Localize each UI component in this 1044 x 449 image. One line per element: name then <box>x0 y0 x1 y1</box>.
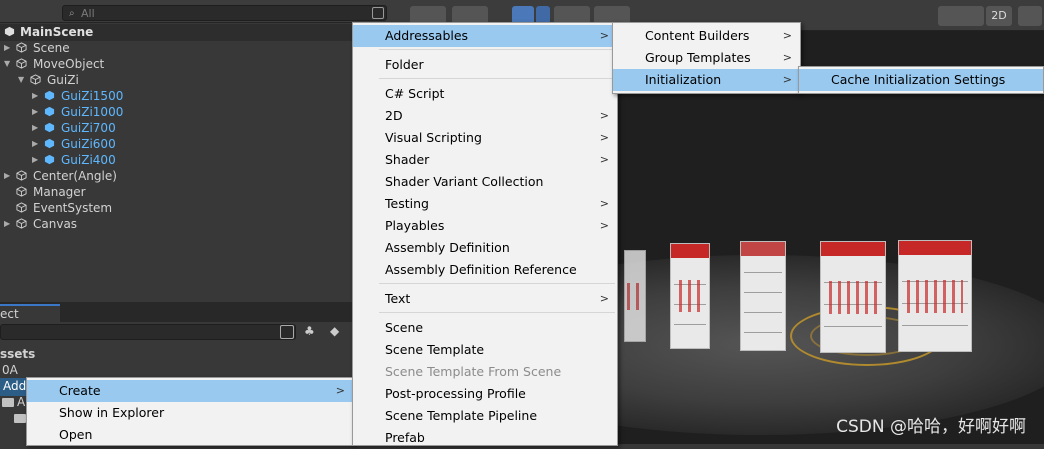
menu-item-testing[interactable]: Testing > <box>353 193 617 215</box>
search-options-icon[interactable] <box>372 7 384 19</box>
submenu-arrow-icon: > <box>599 153 609 166</box>
folder-icon <box>2 398 14 407</box>
prefab-icon <box>44 90 55 101</box>
menu-item-scene-template-from-scene: Scene Template From Scene <box>385 364 562 379</box>
gameobject-icon <box>16 186 27 197</box>
menu-separator <box>379 283 615 284</box>
menu-item-visual-scripting[interactable]: Visual Scripting > <box>353 127 617 149</box>
menu-item-scene-template[interactable]: Scene Template <box>353 339 617 361</box>
submenu-arrow-icon: > <box>599 131 609 144</box>
create-submenu: Addressables > Folder C# Script 2D > Vis… <box>352 22 618 446</box>
cabinet-model[interactable] <box>820 241 886 353</box>
submenu-arrow-icon: > <box>782 73 792 86</box>
initialization-submenu: Cache Initialization Settings <box>798 66 1044 94</box>
asset-item[interactable]: 0A <box>2 363 18 377</box>
folder-icon <box>14 414 26 423</box>
expand-arrow-icon[interactable]: ▶ <box>32 136 38 152</box>
audio-toggle[interactable] <box>1018 6 1042 26</box>
prefab-icon <box>44 122 55 133</box>
gameobject-icon <box>30 74 41 85</box>
cabinet-model[interactable] <box>898 240 972 352</box>
expand-arrow-icon[interactable]: ▶ <box>32 120 38 136</box>
collapse-arrow-icon[interactable]: ▼ <box>18 72 24 88</box>
expand-arrow-icon[interactable]: ▶ <box>32 104 38 120</box>
gameobject-icon <box>16 42 27 53</box>
asset-item[interactable]: A <box>17 395 25 409</box>
expand-arrow-icon[interactable]: ▶ <box>32 152 38 168</box>
search-icon: ⌕ <box>69 8 75 19</box>
gameobject-icon <box>16 218 27 229</box>
asset-item[interactable]: Add <box>3 379 26 393</box>
menu-item-prefab[interactable]: Prefab <box>353 427 617 449</box>
addressables-submenu: Content Builders > Group Templates > Ini… <box>612 22 801 94</box>
hierarchy-panel: ⌕ All MainScene ▶ Scene ▼ MoveObject ▼ G… <box>0 0 392 300</box>
menu-item-content-builders[interactable]: Content Builders > <box>613 25 800 47</box>
menu-item-open[interactable]: Open <box>27 424 353 446</box>
menu-item-cache-initialization-settings[interactable]: Cache Initialization Settings <box>799 69 1043 91</box>
menu-item-create[interactable]: Create > <box>27 380 353 402</box>
menu-item-text[interactable]: Text > <box>353 288 617 310</box>
menu-item-shader-variant-collection[interactable]: Shader Variant Collection <box>353 171 617 193</box>
menu-item-post-processing-profile[interactable]: Post-processing Profile <box>353 383 617 405</box>
toggle-2d-button[interactable]: 2D <box>986 6 1012 26</box>
submenu-arrow-icon: > <box>599 197 609 210</box>
collapse-arrow-icon[interactable]: ▼ <box>4 56 10 72</box>
menu-item-addressables[interactable]: Addressables > <box>353 25 617 47</box>
menu-item-assembly-definition[interactable]: Assembly Definition <box>353 237 617 259</box>
label-icon[interactable]: ◆ <box>330 324 339 338</box>
menu-item-folder[interactable]: Folder <box>353 54 617 76</box>
submenu-arrow-icon: > <box>599 292 609 305</box>
menu-item-show-in-explorer[interactable]: Show in Explorer <box>27 402 353 424</box>
hierarchy-search-input[interactable]: ⌕ All <box>62 5 387 21</box>
menu-separator <box>379 78 615 79</box>
lighting-toggle[interactable] <box>938 6 984 26</box>
expand-arrow-icon[interactable]: ▶ <box>4 40 10 56</box>
expand-arrow-icon[interactable]: ▶ <box>4 168 10 184</box>
cabinet-model-partial[interactable] <box>624 250 646 342</box>
prefab-icon <box>44 154 55 165</box>
submenu-arrow-icon: > <box>599 219 609 232</box>
cabinet-model[interactable] <box>670 243 710 349</box>
menu-item-shader[interactable]: Shader > <box>353 149 617 171</box>
project-context-menu: Create > Show in Explorer Open <box>26 377 354 446</box>
menu-item-initialization[interactable]: Initialization > <box>613 69 800 91</box>
menu-item-csharp-script[interactable]: C# Script <box>353 83 617 105</box>
expand-arrow-icon[interactable]: ▶ <box>4 216 10 232</box>
cabinet-model[interactable] <box>740 241 786 351</box>
tab-project[interactable]: ect <box>0 304 60 324</box>
menu-item-2d[interactable]: 2D > <box>353 105 617 127</box>
submenu-arrow-icon: > <box>782 51 792 64</box>
submenu-arrow-icon: > <box>599 109 609 122</box>
prefab-icon <box>44 138 55 149</box>
submenu-arrow-icon: > <box>599 29 609 42</box>
gameobject-icon <box>16 202 27 213</box>
menu-item-group-templates[interactable]: Group Templates > <box>613 47 800 69</box>
hierarchy-toolbar: ⌕ All <box>0 0 392 23</box>
submenu-arrow-icon: > <box>782 29 792 42</box>
menu-separator <box>379 49 615 50</box>
unity-scene-icon <box>4 26 15 37</box>
prefab-icon <box>44 106 55 117</box>
menu-item-playables[interactable]: Playables > <box>353 215 617 237</box>
expand-arrow-icon[interactable]: ▶ <box>32 88 38 104</box>
assets-header[interactable]: ssets <box>0 347 35 361</box>
project-search-input[interactable] <box>0 324 296 340</box>
watermark-text: CSDN @哈哈，好啊好啊 <box>836 417 1026 437</box>
menu-item-assembly-definition-reference[interactable]: Assembly Definition Reference <box>353 259 617 281</box>
menu-separator <box>379 312 615 313</box>
menu-item-scene[interactable]: Scene <box>353 317 617 339</box>
search-by-type-icon[interactable] <box>280 325 294 339</box>
gameobject-icon <box>16 170 27 181</box>
menu-item-scene-template-pipeline[interactable]: Scene Template Pipeline <box>353 405 617 427</box>
search-placeholder: All <box>81 7 95 20</box>
submenu-arrow-icon: > <box>335 384 345 397</box>
gameobject-icon <box>16 58 27 69</box>
filter-icon[interactable]: ♣ <box>304 324 315 338</box>
